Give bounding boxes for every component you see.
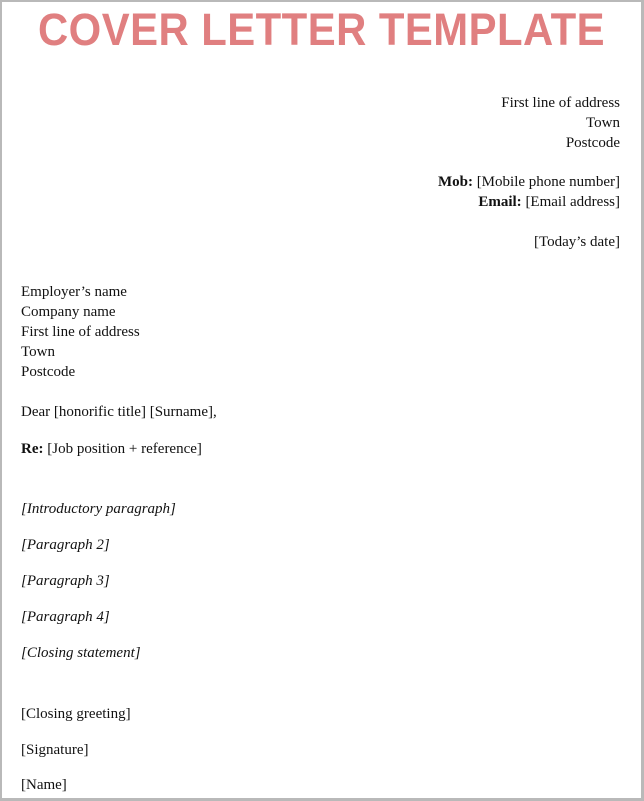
recipient-postcode: Postcode bbox=[21, 364, 76, 380]
paragraph-introductory: [Introductory paragraph] bbox=[21, 501, 176, 517]
email-label: Email: bbox=[478, 194, 522, 210]
sender-email: Email: [Email address] bbox=[478, 193, 620, 211]
recipient-employer-name: Employer’s name bbox=[21, 284, 127, 300]
mobile-value: [Mobile phone number] bbox=[476, 174, 620, 190]
recipient-company-name: Company name bbox=[21, 304, 116, 320]
re-line: Re: [Job position + reference] bbox=[21, 440, 202, 458]
re-label: Re: bbox=[21, 441, 44, 457]
letter-date: [Today’s date] bbox=[533, 234, 620, 250]
document-title: COVER LETTER TEMPLATE bbox=[37, 4, 606, 55]
paragraph-closing-statement: [Closing statement] bbox=[21, 645, 141, 661]
sender-town: Town bbox=[586, 115, 620, 131]
recipient-address-line1: First line of address bbox=[21, 324, 140, 340]
sender-mobile: Mob: [Mobile phone number] bbox=[438, 173, 620, 191]
sender-name: [Name] bbox=[21, 777, 67, 793]
document-page: COVER LETTER TEMPLATE First line of addr… bbox=[0, 0, 644, 801]
paragraph-2: [Paragraph 2] bbox=[21, 537, 110, 553]
paragraph-4: [Paragraph 4] bbox=[21, 609, 110, 625]
email-value: [Email address] bbox=[525, 194, 620, 210]
salutation: Dear [honorific title] [Surname], bbox=[21, 404, 217, 420]
closing-greeting: [Closing greeting] bbox=[21, 706, 131, 722]
sender-postcode: Postcode bbox=[565, 135, 620, 151]
recipient-town: Town bbox=[21, 344, 55, 360]
sender-address-line1: First line of address bbox=[501, 95, 620, 111]
mobile-label: Mob: bbox=[437, 174, 473, 190]
paragraph-3: [Paragraph 3] bbox=[21, 573, 110, 589]
re-value: [Job position + reference] bbox=[47, 441, 202, 457]
signature: [Signature] bbox=[21, 742, 89, 758]
